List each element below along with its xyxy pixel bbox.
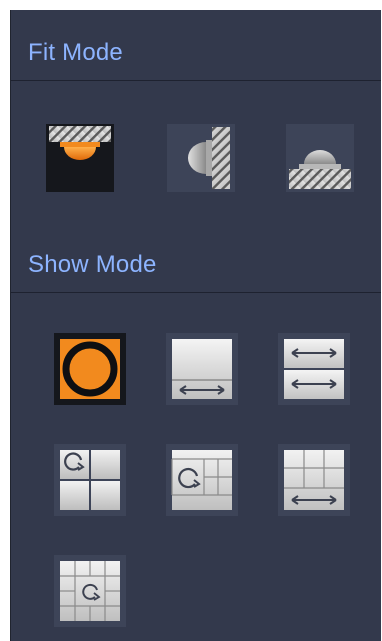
fit-mode-header: Fit Mode: [11, 10, 381, 81]
show-mode-title: Show Mode: [28, 251, 157, 278]
wall-mount-button[interactable]: [167, 124, 235, 192]
ground-mount-button[interactable]: [286, 124, 354, 192]
panorama-plus-6-icon: [284, 450, 344, 510]
fisheye-plus-4-icon: [171, 450, 232, 510]
ceiling-mount-button[interactable]: [46, 124, 114, 192]
single-panorama-button[interactable]: [166, 333, 238, 405]
show-mode-header: Show Mode: [11, 222, 381, 293]
panorama-single-icon: [172, 339, 232, 399]
ceiling-mount-icon: [49, 126, 111, 160]
panorama-dual-icon: [284, 339, 344, 399]
fit-mode-title: Fit Mode: [28, 39, 123, 66]
fisheye-settings-panel: Fit Mode Show Mode: [10, 10, 381, 641]
fisheye-plus-3-button[interactable]: [54, 444, 126, 516]
fisheye-plus-4-button[interactable]: [166, 444, 238, 516]
fisheye-original-icon: [60, 339, 120, 399]
dual-panorama-button[interactable]: [278, 333, 350, 405]
panorama-plus-6-button[interactable]: [278, 444, 350, 516]
fisheye-plus-8-icon: [60, 561, 120, 621]
original-fisheye-button[interactable]: [54, 333, 126, 405]
ground-mount-icon: [289, 150, 351, 189]
fisheye-plus-8-button[interactable]: [54, 555, 126, 627]
wall-mount-icon: [188, 127, 230, 189]
fisheye-plus-3-icon: [60, 450, 120, 510]
